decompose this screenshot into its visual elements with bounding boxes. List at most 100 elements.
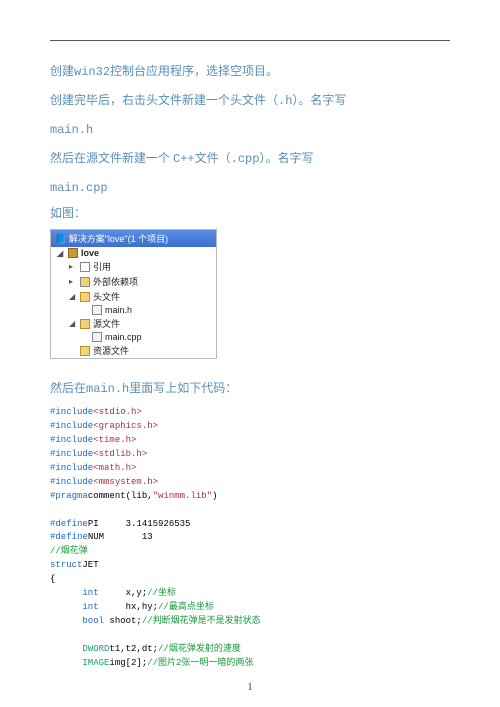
- code-token: #include: [50, 435, 93, 445]
- code-token: int: [82, 602, 98, 612]
- code-token: #pragma: [50, 491, 88, 501]
- file-main-h: main.h: [51, 304, 216, 316]
- code-token: <graphics.h>: [93, 421, 158, 431]
- text: 资源文件: [93, 344, 129, 357]
- chevron-down-icon: ◢: [69, 319, 77, 328]
- code-token: t1,t2,dt;: [109, 644, 158, 654]
- code-token: comment(: [88, 491, 131, 501]
- text: 1: [248, 682, 253, 693]
- solution-explorer: 📘 解决方案"love"(1 个项目) ◢ love ▸ 引用 ▸ 外部依赖项 ◢ 头文…: [50, 229, 217, 359]
- code-token: <mmsystem.h>: [93, 477, 158, 487]
- code-token: struct: [50, 560, 82, 570]
- text: 创建: [50, 64, 74, 78]
- para-1: 创建win32控制台应用程序，选择空项目。: [50, 59, 450, 84]
- text: 然后在: [50, 381, 86, 395]
- code-token: //最高点坐标: [158, 602, 214, 612]
- text: 引用: [93, 260, 111, 273]
- top-rule: [50, 40, 450, 41]
- code-token: 3.1415926535: [126, 519, 191, 529]
- text: main.h: [105, 305, 132, 315]
- code-token: //判断烟花弹是不是发射状态: [142, 616, 261, 626]
- folder-icon: [80, 292, 90, 302]
- chevron-down-icon: ◢: [57, 249, 65, 258]
- code-token: <stdlib.h>: [93, 449, 147, 459]
- para-5: main.cpp: [50, 175, 450, 200]
- code-token: <time.h>: [93, 435, 136, 445]
- code-token: //坐标: [147, 588, 176, 598]
- text: ）。名字写: [292, 93, 346, 107]
- code-token: {: [50, 574, 55, 584]
- file-main-cpp: main.cpp: [51, 331, 216, 343]
- text: 如图：: [50, 206, 86, 220]
- text: main.cpp: [105, 332, 142, 342]
- code-token: 13: [142, 532, 153, 542]
- text: 文件（: [195, 151, 231, 165]
- para-3: main.h: [50, 117, 450, 142]
- folder-icon: [80, 319, 90, 329]
- para-4: 然后在源文件新建一个 C++文件（.cpp）。名字写: [50, 146, 450, 171]
- sources-folder: ◢ 源文件: [51, 316, 216, 331]
- section-heading: 然后在main.h里面写上如下代码：: [50, 379, 450, 396]
- code-token: bool: [82, 616, 104, 626]
- h-file-icon: [92, 305, 102, 315]
- cpp-file-icon: [92, 332, 102, 342]
- text: 头文件: [93, 290, 120, 303]
- text: 然后在源文件新建一个: [50, 151, 170, 165]
- folder-icon: [80, 277, 90, 287]
- folder-icon: [80, 346, 90, 356]
- para-6: 如图：: [50, 204, 450, 221]
- references-node: ▸ 引用: [51, 259, 216, 274]
- chevron-right-icon: ▸: [69, 262, 77, 271]
- text: 源文件: [93, 317, 120, 330]
- text: 里面写上如下代码：: [129, 381, 237, 395]
- code-token: IMAGE: [82, 658, 109, 668]
- code-token: img[2];: [109, 658, 147, 668]
- code-token: #define: [50, 532, 88, 542]
- text: 创建完毕后，右击头文件新建一个头文件（: [50, 93, 278, 107]
- code-token: NUM: [88, 532, 104, 542]
- text: main.h: [50, 123, 93, 137]
- code-token: hx,hy;: [126, 602, 158, 612]
- text: love: [81, 248, 99, 258]
- code-token: <math.h>: [93, 463, 136, 473]
- code-token: //图片2张一明一暗的两张: [147, 658, 253, 668]
- headers-folder: ◢ 头文件: [51, 289, 216, 304]
- chevron-down-icon: ◢: [69, 292, 77, 301]
- code-token: #include: [50, 463, 93, 473]
- text: .h: [278, 94, 292, 108]
- text: .cpp: [231, 152, 260, 166]
- text: 外部依赖项: [93, 275, 138, 288]
- code-token: shoot;: [109, 616, 141, 626]
- text: 解决方案"love"(1 个项目): [69, 234, 168, 244]
- solution-title: 📘 解决方案"love"(1 个项目): [51, 230, 216, 247]
- code-token: #include: [50, 477, 93, 487]
- code-token: //烟花弹发射的速度: [158, 644, 241, 654]
- text: 控制台应用程序，选择空项目。: [110, 64, 278, 78]
- para-2: 创建完毕后，右击头文件新建一个头文件（.h）。名字写: [50, 88, 450, 113]
- code-token: x,y;: [126, 588, 148, 598]
- text: main.cpp: [50, 181, 108, 195]
- code-token: lib: [131, 491, 147, 501]
- text: C++: [173, 152, 195, 166]
- code-token: JET: [82, 560, 98, 570]
- code-token: DWORD: [82, 644, 109, 654]
- chevron-right-icon: ▸: [69, 277, 77, 286]
- code-token: //烟花弹: [50, 546, 88, 556]
- code-token: int: [82, 588, 98, 598]
- project-icon: [68, 248, 78, 258]
- resources-folder: 资源文件: [51, 343, 216, 358]
- project-node: ◢ love: [51, 247, 216, 259]
- text: ）。名字写: [259, 151, 313, 165]
- external-deps-node: ▸ 外部依赖项: [51, 274, 216, 289]
- code-token: #include: [50, 421, 93, 431]
- page-number: 1: [0, 682, 500, 693]
- code-token: PI: [88, 519, 99, 529]
- page: 创建win32控制台应用程序，选择空项目。 创建完毕后，右击头文件新建一个头文件…: [0, 0, 500, 707]
- code-token: #define: [50, 519, 88, 529]
- code-block: #include<stdio.h> #include<graphics.h> #…: [50, 406, 450, 671]
- code-token: <stdio.h>: [93, 407, 142, 417]
- code-token: #include: [50, 449, 93, 459]
- text: main.h: [86, 382, 129, 396]
- text: win32: [74, 65, 110, 79]
- code-token: ): [212, 491, 217, 501]
